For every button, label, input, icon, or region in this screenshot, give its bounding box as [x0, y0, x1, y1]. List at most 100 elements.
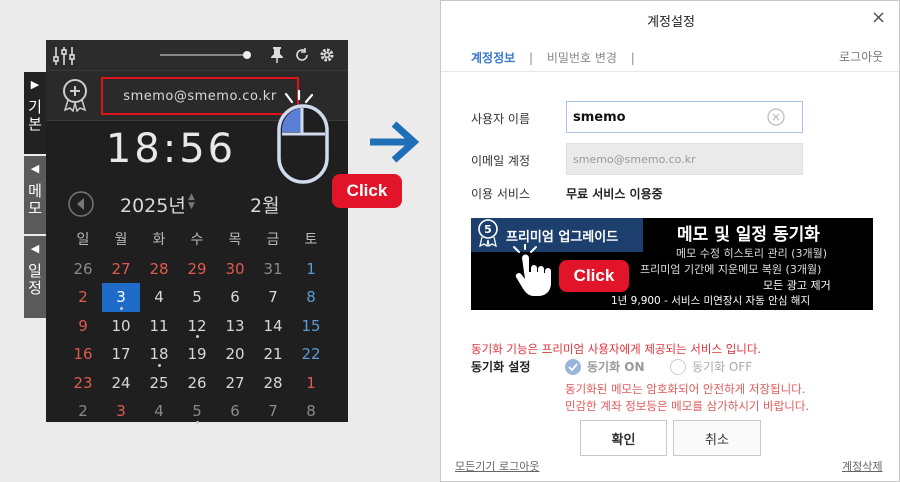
tab-change-password[interactable]: 비밀번호 변경 [547, 51, 617, 65]
svg-text:5: 5 [484, 223, 492, 236]
calendar-week: 2 3 4 5 6 7 8 [64, 397, 330, 426]
year-label[interactable]: 2025년 [120, 191, 186, 218]
calendar-week: 9 10 11 12 13 14 15 [64, 312, 330, 341]
calendar-day-number: 12 [187, 316, 207, 335]
calendar-week: 26 27 28 29 30 31 1 [64, 255, 330, 284]
sync-on-radio[interactable]: 동기화 ON [565, 358, 645, 375]
prev-month-icon[interactable] [68, 191, 94, 221]
memo-dot [195, 335, 199, 338]
delete-account-link[interactable]: 계정삭제 [842, 458, 882, 474]
tab-schedule[interactable]: ◀ 일정 [24, 236, 46, 318]
calendar-day-with-memo[interactable]: 18 [140, 340, 178, 369]
username-field[interactable]: smemo [566, 101, 803, 133]
calendar-day[interactable]: 31 [254, 255, 292, 284]
month-label[interactable]: 2월 [250, 191, 280, 218]
logout-link[interactable]: 로그아웃 [839, 48, 883, 65]
calendar-day[interactable]: 26 [178, 369, 216, 398]
checked-radio-icon [565, 358, 581, 375]
calendar-day[interactable]: 8 [292, 397, 330, 426]
calendar-day[interactable]: 5 [178, 283, 216, 312]
tab-account-info[interactable]: 계정정보 [471, 51, 515, 65]
username-value: smemo [573, 109, 626, 125]
calendar-day[interactable]: 7 [254, 283, 292, 312]
calendar-day[interactable]: 16 [64, 340, 102, 369]
calendar-day[interactable]: 28 [254, 369, 292, 398]
calendar-day[interactable]: 27 [216, 369, 254, 398]
calendar-day[interactable]: 25 [140, 369, 178, 398]
calendar-day[interactable]: 26 [64, 255, 102, 284]
pin-icon[interactable] [270, 46, 284, 68]
calendar-day-number: 3 [116, 288, 126, 306]
calendar-day-with-memo[interactable]: 5 [178, 397, 216, 426]
calendar-day-today[interactable]: 3 [102, 283, 140, 312]
calendar-day[interactable]: 11 [140, 312, 178, 341]
calendar-day[interactable]: 6 [216, 397, 254, 426]
calendar-day[interactable]: 19 [178, 340, 216, 369]
calendar-day[interactable]: 8 [292, 283, 330, 312]
calendar-day[interactable]: 7 [254, 397, 292, 426]
upgrade-tag[interactable]: 5 프리미엄 업그레이드 [471, 218, 643, 252]
premium-upgrade-banner[interactable]: 5 프리미엄 업그레이드 메모 및 일정 동기화 메모 수정 히스토리 관리 (… [471, 218, 873, 310]
calendar-day[interactable]: 28 [140, 255, 178, 284]
calendar-day[interactable]: 9 [64, 312, 102, 341]
banner-line-history: 메모 수정 히스토리 관리 (3개월) [676, 247, 828, 260]
calendar-day[interactable]: 10 [102, 312, 140, 341]
calendar-day[interactable]: 4 [140, 397, 178, 426]
dialog-title: 계정설정 [647, 15, 695, 30]
email-field: smemo@smemo.co.kr [566, 143, 803, 175]
refresh-icon[interactable] [294, 47, 310, 67]
tab-memo-label: 메모 [25, 183, 44, 217]
calendar-day[interactable]: 27 [102, 255, 140, 284]
year-spinner-icon[interactable]: ▲ ▼ [188, 193, 195, 211]
sync-notes: 동기화된 메모는 암호화되어 안전하게 저장됩니다. 민감한 계좌 정보등은 메… [565, 381, 809, 415]
memo-dot [195, 420, 199, 424]
calendar-day-number: 5 [192, 402, 202, 420]
tab-schedule-label: 일정 [25, 263, 44, 297]
opacity-slider-handle[interactable] [243, 51, 251, 59]
calendar-day[interactable]: 1 [292, 369, 330, 398]
calendar-day[interactable]: 6 [216, 283, 254, 312]
calendar-day[interactable]: 21 [254, 340, 292, 369]
calendar-day[interactable]: 14 [254, 312, 292, 341]
weekday-sun: 일 [76, 232, 90, 248]
weekday-tue: 화 [152, 232, 166, 248]
calendar-day[interactable]: 20 [216, 340, 254, 369]
calendar-day[interactable]: 22 [292, 340, 330, 369]
calendar-day[interactable]: 24 [102, 369, 140, 398]
account-badge-icon[interactable] [60, 78, 90, 116]
opacity-slider[interactable] [160, 54, 250, 56]
sync-premium-notice: 동기화 기능은 프리미엄 사용자에게 제공되는 서비스 입니다. [471, 342, 762, 356]
clear-icon[interactable] [767, 108, 785, 130]
calendar-day-number: 18 [149, 345, 169, 363]
tab-separator: | [529, 51, 534, 65]
calendar-day[interactable]: 1 [292, 255, 330, 284]
close-icon[interactable]: × [871, 7, 886, 28]
triangle-right-icon: ▶ [30, 78, 40, 91]
memo-dot [157, 363, 161, 367]
tab-basic[interactable]: ▶ 기본 [24, 72, 46, 154]
calendar-day-with-memo[interactable]: 12 [178, 312, 216, 341]
calendar-day[interactable]: 4 [140, 283, 178, 312]
weekday-sat: 토 [304, 232, 318, 248]
calendar-week: 2 3 4 5 6 7 8 [64, 283, 330, 312]
calendar-day[interactable]: 30 [216, 255, 254, 284]
calendar-day[interactable]: 29 [178, 255, 216, 284]
calendar-day[interactable]: 13 [216, 312, 254, 341]
gear-icon[interactable] [318, 46, 336, 68]
sync-note-sensitive: 민감한 계좌 정보등은 메모를 삼가하시기 바랍니다. [565, 399, 810, 413]
sync-off-radio[interactable]: 동기화 OFF [670, 358, 752, 375]
tab-memo[interactable]: ◀ 메모 [24, 156, 46, 234]
confirm-button[interactable]: 확인 [580, 420, 667, 456]
calendar-day[interactable]: 23 [64, 369, 102, 398]
settings-sliders-icon[interactable] [52, 44, 76, 72]
click-badge: Click [559, 260, 629, 292]
weekday-thu: 목 [228, 232, 242, 248]
calendar-day[interactable]: 17 [102, 340, 140, 369]
cancel-button[interactable]: 취소 [673, 420, 761, 456]
logout-all-devices-link[interactable]: 모든기기 로그아웃 [455, 458, 539, 474]
calendar-day[interactable]: 2 [64, 397, 102, 426]
weekday-header: 일 월 화 수 목 금 토 [64, 226, 330, 255]
calendar-day[interactable]: 3 [102, 397, 140, 426]
calendar-day[interactable]: 2 [64, 283, 102, 312]
calendar-day[interactable]: 15 [292, 312, 330, 341]
